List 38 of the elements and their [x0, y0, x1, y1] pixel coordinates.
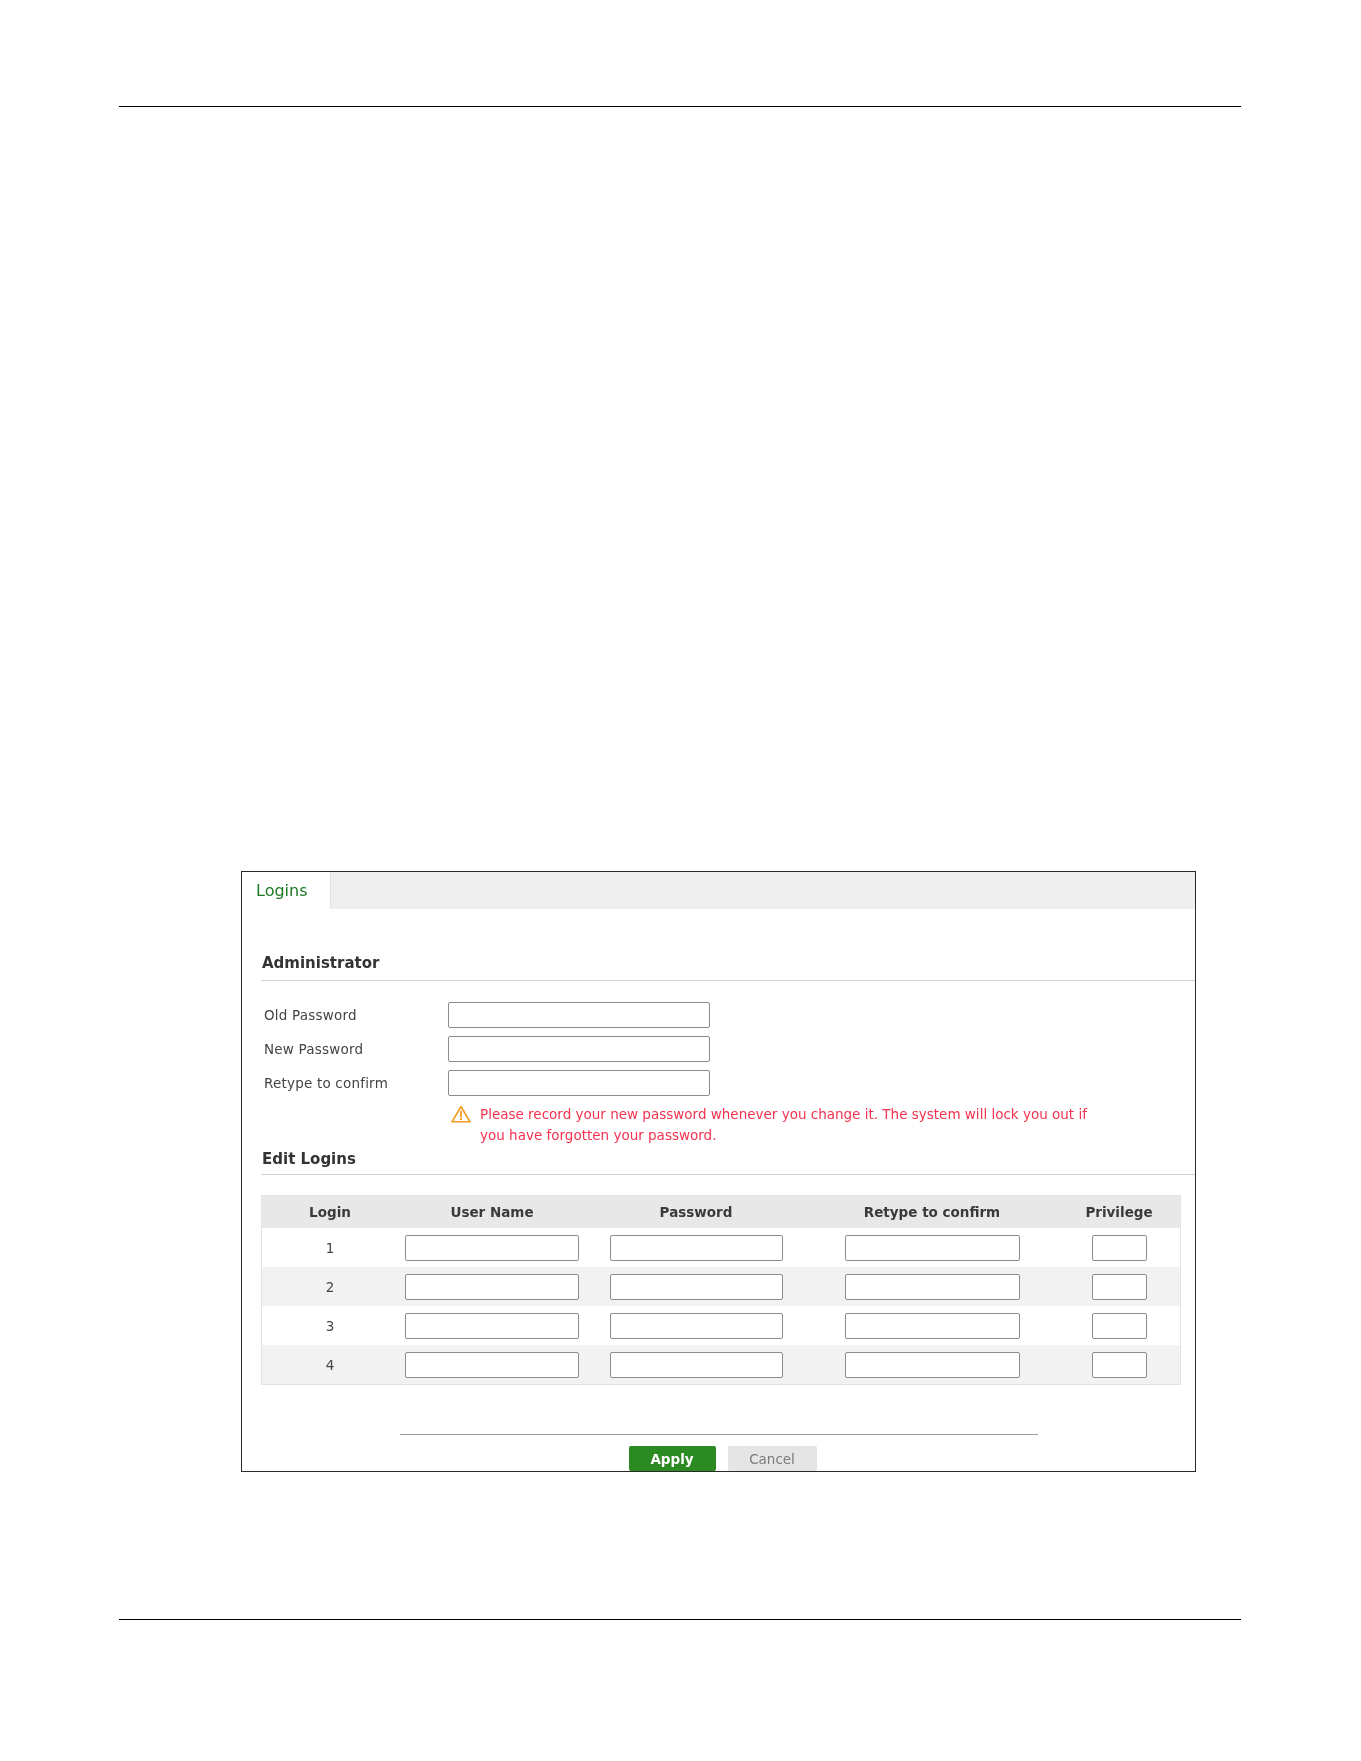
user-name-field[interactable]	[405, 1351, 579, 1378]
privilege-field[interactable]	[1091, 1312, 1147, 1339]
section-title: Administrator	[261, 953, 381, 974]
password-field[interactable]	[609, 1273, 783, 1300]
column-header: Retype to confirm	[863, 1204, 1001, 1220]
password-field[interactable]	[609, 1351, 783, 1378]
privilege-field[interactable]	[1091, 1351, 1147, 1378]
cancel-button[interactable]: Cancel	[727, 1446, 817, 1471]
column-header: Login	[309, 1204, 351, 1220]
column-header: User Name	[450, 1204, 534, 1220]
login-number: 4	[325, 1356, 335, 1373]
warning-icon	[451, 1105, 471, 1123]
field-label: New Password	[263, 1041, 365, 1057]
section-title: Edit Logins	[261, 1149, 357, 1170]
password-field[interactable]	[609, 1234, 783, 1261]
user-name-field[interactable]	[405, 1273, 579, 1300]
login-number: 1	[325, 1239, 335, 1256]
column-header: Privilege	[1085, 1204, 1153, 1220]
confirm-password-field[interactable]	[448, 1070, 710, 1096]
field-label: Retype to confirm	[263, 1075, 389, 1091]
new-password-field[interactable]	[448, 1036, 710, 1062]
logins-tab[interactable]: Logins	[242, 872, 331, 909]
retype-password-field[interactable]	[844, 1273, 1020, 1300]
retype-password-field[interactable]	[844, 1234, 1020, 1261]
user-name-field[interactable]	[405, 1234, 579, 1261]
login-number: 2	[325, 1278, 335, 1295]
privilege-field[interactable]	[1091, 1234, 1147, 1261]
warning-message: Please record your new password whenever you change it. The system will lock you out if you have forgotten your password.	[480, 1105, 1089, 1145]
password-field[interactable]	[609, 1312, 783, 1339]
retype-password-field[interactable]	[844, 1351, 1020, 1378]
old-password-field[interactable]	[448, 1002, 710, 1028]
apply-button[interactable]: Apply	[628, 1446, 716, 1471]
privilege-field[interactable]	[1091, 1273, 1147, 1300]
retype-password-field[interactable]	[844, 1312, 1020, 1339]
login-number: 3	[325, 1317, 335, 1334]
column-header: Password	[659, 1204, 733, 1220]
field-label: Old Password	[263, 1007, 358, 1023]
user-name-field[interactable]	[405, 1312, 579, 1339]
